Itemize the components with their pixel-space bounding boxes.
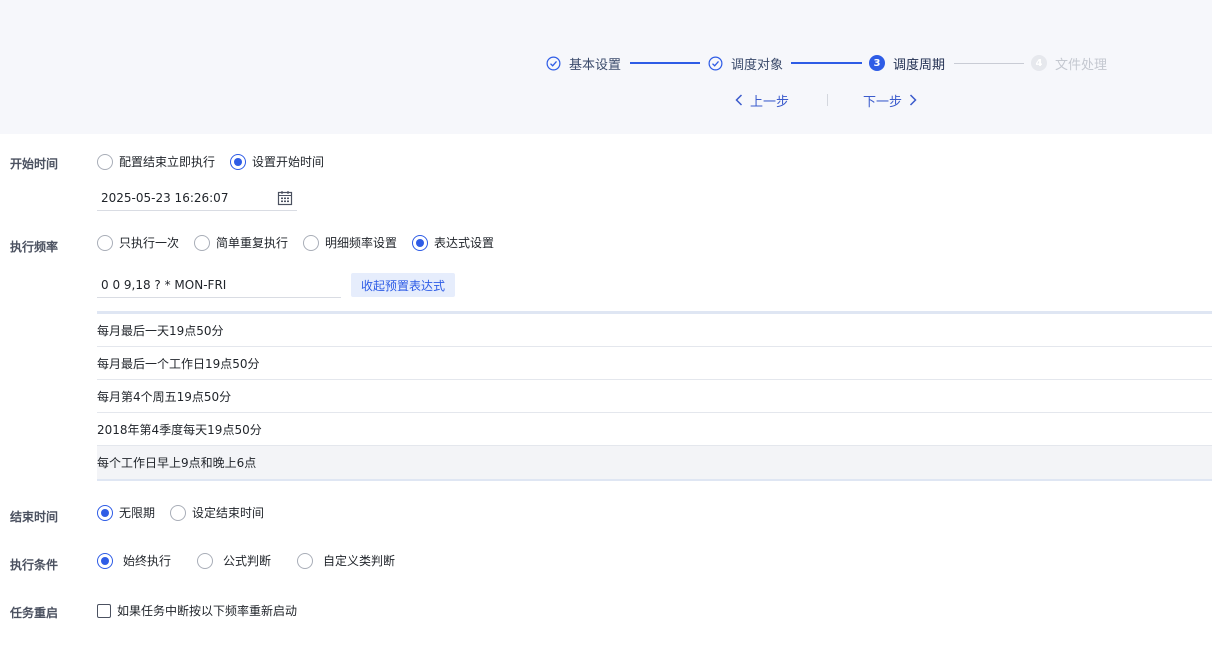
preset-item[interactable]: 每月最后一个工作日19点50分 <box>97 347 1212 380</box>
radio-label: 公式判断 <box>223 554 272 568</box>
radio-button-checked[interactable] <box>412 234 428 251</box>
radio-set-end-time[interactable]: 设定结束时间 <box>170 504 264 521</box>
nav-divider <box>827 94 828 106</box>
radio-button[interactable] <box>97 153 113 170</box>
radio-label: 设定结束时间 <box>192 506 265 520</box>
preset-expression-list: 每月最后一天19点50分 每月最后一个工作日19点50分 每月第4个周五19点5… <box>97 311 1212 481</box>
radio-button[interactable] <box>170 504 186 521</box>
step-basic-settings: 基本设置 <box>545 54 622 73</box>
start-datetime-input[interactable]: 2025-05-23 16:26:07 <box>97 186 297 211</box>
step-number-badge: 4 <box>1031 55 1047 71</box>
prev-step-button[interactable]: 上一步 <box>735 91 790 110</box>
step-file-processing: 4 文件处理 <box>1031 54 1108 73</box>
radio-formula-judgment[interactable]: 公式判断 <box>197 552 271 569</box>
radio-always-execute[interactable]: 始终执行 <box>97 552 171 569</box>
calendar-icon[interactable] <box>277 190 293 206</box>
radio-label: 无限期 <box>119 506 156 520</box>
next-step-button[interactable]: 下一步 <box>863 91 917 110</box>
check-circle-icon <box>707 55 723 71</box>
chevron-right-icon <box>909 94 917 106</box>
step-label: 基本设置 <box>569 57 622 73</box>
start-datetime-value: 2025-05-23 16:26:07 <box>101 191 229 205</box>
step-schedule-cycle: 3 调度周期 <box>869 54 946 73</box>
end-time-label: 结束时间 <box>10 510 59 524</box>
check-circle-icon <box>545 55 561 71</box>
preset-item[interactable]: 每月最后一天19点50分 <box>97 314 1212 347</box>
radio-custom-class-judgment[interactable]: 自定义类判断 <box>297 552 395 569</box>
next-step-label: 下一步 <box>863 94 903 110</box>
radio-button[interactable] <box>194 234 210 251</box>
restart-checkbox-item[interactable]: 如果任务中断按以下频率重新启动 <box>97 602 297 619</box>
radio-expression-setting[interactable]: 表达式设置 <box>412 234 494 251</box>
radio-label: 设置开始时间 <box>252 155 325 169</box>
start-time-label: 开始时间 <box>10 157 59 171</box>
step-connector <box>791 62 862 64</box>
checkbox-label: 如果任务中断按以下频率重新启动 <box>117 604 298 618</box>
radio-button-checked[interactable] <box>97 504 113 521</box>
step-label: 调度周期 <box>893 57 946 73</box>
radio-label: 自定义类判断 <box>323 554 396 568</box>
radio-button-checked[interactable] <box>230 153 246 170</box>
radio-label: 表达式设置 <box>434 236 495 250</box>
radio-button[interactable] <box>97 234 113 251</box>
radio-simple-repeat[interactable]: 简单重复执行 <box>194 234 288 251</box>
radio-button[interactable] <box>303 234 319 251</box>
radio-label: 简单重复执行 <box>216 236 289 250</box>
radio-label: 配置结束立即执行 <box>119 155 216 169</box>
radio-set-start-time[interactable]: 设置开始时间 <box>230 153 324 170</box>
frequency-label: 执行频率 <box>10 240 59 254</box>
cron-expression-input[interactable]: 0 0 9,18 ? * MON-FRI <box>97 273 341 298</box>
restart-checkbox[interactable] <box>97 603 111 618</box>
step-connector <box>630 62 700 64</box>
radio-button[interactable] <box>297 552 313 569</box>
radio-execute-once[interactable]: 只执行一次 <box>97 234 179 251</box>
radio-button[interactable] <box>197 552 213 569</box>
radio-label: 始终执行 <box>123 554 172 568</box>
chevron-left-icon <box>735 94 743 106</box>
restart-label: 任务重启 <box>10 606 59 620</box>
preset-item[interactable]: 每月第4个周五19点50分 <box>97 380 1212 413</box>
condition-label: 执行条件 <box>10 558 59 572</box>
step-number-badge: 3 <box>869 55 885 71</box>
prev-step-label: 上一步 <box>750 94 790 110</box>
radio-label: 只执行一次 <box>119 236 180 250</box>
radio-label: 明细频率设置 <box>325 236 398 250</box>
step-connector <box>954 63 1024 64</box>
step-schedule-object: 调度对象 <box>707 54 784 73</box>
radio-unlimited[interactable]: 无限期 <box>97 504 155 521</box>
step-label: 调度对象 <box>731 57 784 73</box>
step-label: 文件处理 <box>1055 57 1108 73</box>
preset-item[interactable]: 2018年第4季度每天19点50分 <box>97 413 1212 446</box>
preset-item[interactable]: 每个工作日早上9点和晚上6点 <box>97 446 1212 479</box>
radio-execute-immediately[interactable]: 配置结束立即执行 <box>97 153 215 170</box>
radio-button-checked[interactable] <box>97 552 113 569</box>
cron-expression-value: 0 0 9,18 ? * MON-FRI <box>101 278 227 292</box>
collapse-presets-button[interactable]: 收起预置表达式 <box>351 273 455 297</box>
radio-detailed-frequency[interactable]: 明细频率设置 <box>303 234 397 251</box>
